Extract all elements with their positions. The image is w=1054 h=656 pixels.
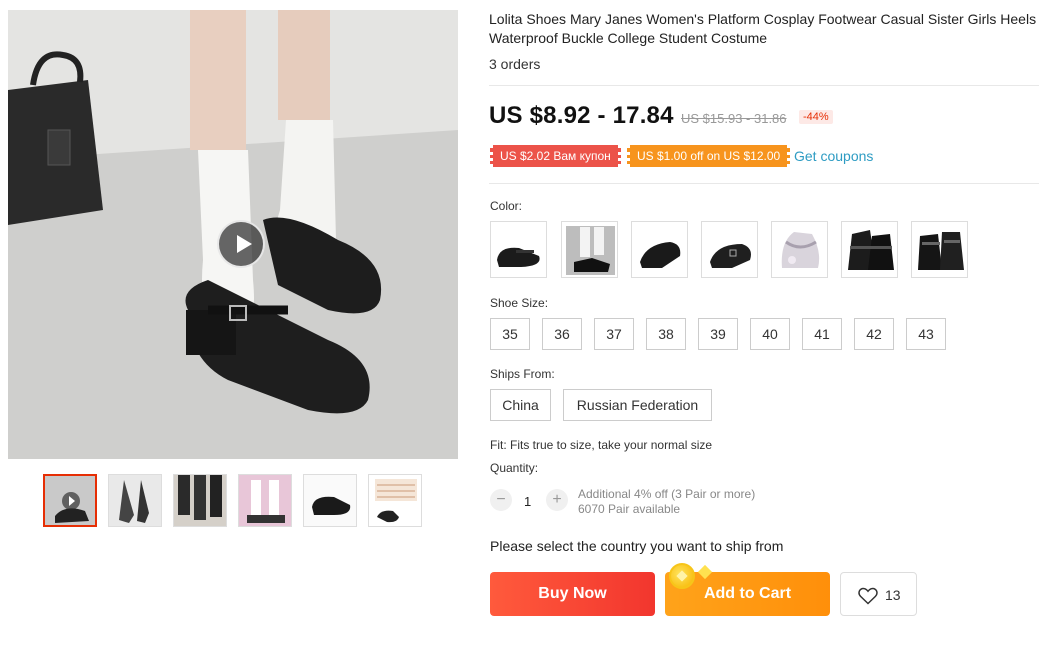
coupon-select[interactable]: US $1.00 off on US $12.00 [627,145,791,167]
quantity-value[interactable]: 1 [524,494,531,509]
color-option-5[interactable] [771,221,828,278]
ships-from-china[interactable]: China [490,389,551,421]
quantity-plus-button[interactable]: + [546,489,568,511]
color-option-4[interactable] [701,221,758,278]
color-option-3[interactable] [631,221,688,278]
discount-badge: -44% [799,110,833,124]
thumbnail-image [369,475,421,526]
product-title: Lolita Shoes Mary Janes Women's Platform… [489,11,1037,46]
wishlist-count: 13 [885,587,901,603]
ships-from-label: Ships From: [490,367,555,381]
buy-now-button[interactable]: Buy Now [490,572,655,616]
stock-available: 6070 Pair available [578,502,681,516]
main-product-image[interactable] [8,10,458,459]
size-option[interactable]: 35 [490,318,530,350]
color-swatch-image [912,222,967,277]
original-price: US $15.93 - 31.86 [681,111,787,126]
coin-icon [669,563,695,589]
fit-note: Fit: Fits true to size, take your normal… [490,438,713,452]
color-option-1[interactable] [490,221,547,278]
size-option[interactable]: 42 [854,318,894,350]
size-option[interactable]: 40 [750,318,790,350]
size-option[interactable]: 41 [802,318,842,350]
quantity-minus-button[interactable]: − [490,489,512,511]
get-coupons-link[interactable]: Get coupons [794,148,873,164]
ships-from-russia[interactable]: Russian Federation [563,389,712,421]
size-option[interactable]: 43 [906,318,946,350]
orders-count: 3 orders [489,56,541,72]
thumbnail-legs[interactable] [108,474,162,527]
quantity-label: Quantity: [490,461,539,475]
thumbnail-size-chart[interactable] [368,474,422,527]
size-option[interactable]: 38 [646,318,686,350]
size-option[interactable]: 39 [698,318,738,350]
coupon-store[interactable]: US $2.02 Вам купон [490,145,621,167]
heart-icon [858,587,878,605]
price-range: US $8.92 - 17.84 [489,102,674,129]
color-swatch-image [491,222,546,277]
thumbnail-image [304,475,356,526]
thumbnail-group[interactable] [173,474,227,527]
thumbnail-video[interactable] [43,474,97,527]
wishlist-button[interactable]: 13 [840,572,917,616]
size-label: Shoe Size: [490,296,549,310]
divider [489,183,1039,184]
thumbnail-image [239,475,291,526]
bulk-discount-note: Additional 4% off (3 Pair or more) [578,487,756,501]
color-option-2[interactable] [561,221,618,278]
play-icon [62,492,80,510]
size-option[interactable]: 36 [542,318,582,350]
color-label: Color: [490,199,523,213]
color-option-6[interactable] [841,221,898,278]
color-swatch-image [562,222,617,277]
thumbnail-image [174,475,226,526]
ship-country-note: Please select the country you want to sh… [490,538,784,554]
color-swatch-image [772,222,827,277]
thumbnail-single-shoe[interactable] [303,474,357,527]
thumbnail-pink-pair[interactable] [238,474,292,527]
divider [489,85,1039,86]
play-video-button[interactable] [217,220,265,268]
size-option[interactable]: 37 [594,318,634,350]
thumbnail-image [109,475,161,526]
color-swatch-image [702,222,757,277]
quantity-info: Additional 4% off (3 Pair or more) 6070 … [578,487,755,517]
color-swatch-image [632,222,687,277]
color-swatch-image [842,222,897,277]
color-option-7[interactable] [911,221,968,278]
